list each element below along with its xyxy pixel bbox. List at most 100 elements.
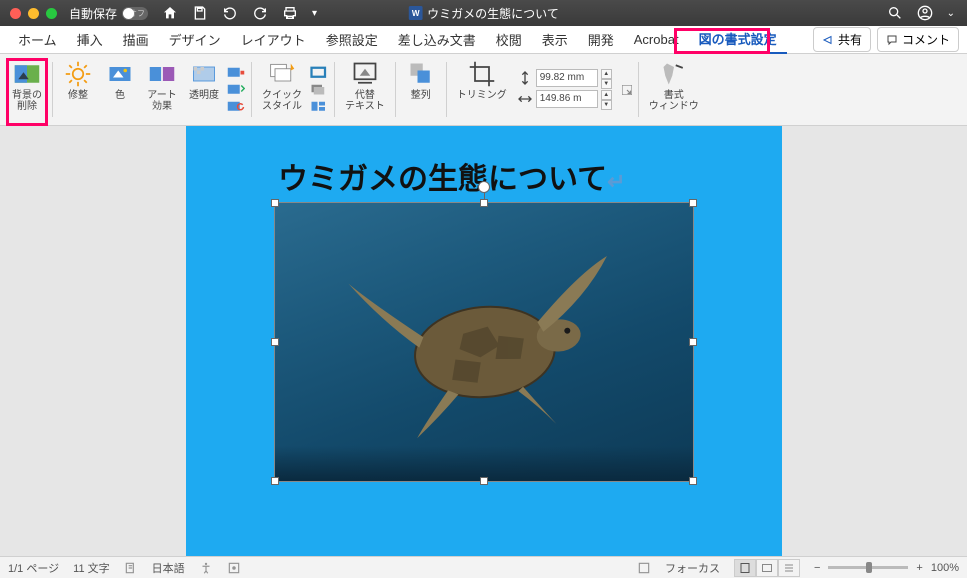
svg-text:W: W xyxy=(411,9,419,18)
title-bar: 自動保存 オフ ▾ W ウミガメの生態について ⌄ xyxy=(0,0,967,26)
zoom-slider[interactable] xyxy=(828,566,908,569)
change-picture-icon[interactable] xyxy=(227,83,245,97)
tab-acrobat[interactable]: Acrobat xyxy=(624,28,689,51)
height-stepper[interactable]: ▲▼ xyxy=(601,69,612,87)
arrange-button[interactable]: 整列 xyxy=(400,58,442,121)
focus-mode[interactable]: フォーカス xyxy=(665,560,720,576)
format-pane-button[interactable]: 書式 ウィンドウ xyxy=(643,58,705,121)
tab-developer[interactable]: 開発 xyxy=(578,26,624,53)
redo-icon[interactable] xyxy=(252,5,268,21)
outline-view[interactable] xyxy=(778,559,800,577)
document-title: W ウミガメの生態について xyxy=(408,5,559,22)
transparency-icon xyxy=(190,60,218,88)
document-canvas[interactable]: ウミガメの生態について↵ xyxy=(0,126,967,556)
width-input[interactable]: 149.86 m xyxy=(536,90,598,108)
resize-handle-b[interactable] xyxy=(480,477,488,485)
resize-handle-l[interactable] xyxy=(271,338,279,346)
macro-icon[interactable] xyxy=(227,561,241,575)
quick-styles-icon xyxy=(268,60,296,88)
undo-icon[interactable] xyxy=(222,5,238,21)
alt-text-button[interactable]: 代替 テキスト xyxy=(339,58,391,121)
accessibility-icon[interactable] xyxy=(199,561,213,575)
share-icon xyxy=(822,34,834,46)
color-button[interactable]: 色 xyxy=(99,58,141,121)
search-icon[interactable] xyxy=(887,5,903,21)
view-mode-buttons xyxy=(734,559,800,577)
remove-bg-icon xyxy=(13,60,41,88)
web-layout-view[interactable] xyxy=(756,559,778,577)
zoom-window-button[interactable] xyxy=(46,8,57,19)
chevron-down-icon[interactable]: ⌄ xyxy=(947,8,955,19)
brightness-icon xyxy=(64,60,92,88)
tab-mailmerge[interactable]: 差し込み文書 xyxy=(388,26,486,53)
height-input[interactable]: 99.82 mm xyxy=(536,69,598,87)
qat-overflow-icon[interactable]: ▾ xyxy=(312,8,317,19)
minimize-window-button[interactable] xyxy=(28,8,39,19)
autosave-group: 自動保存 オフ xyxy=(69,5,148,22)
reset-picture-icon[interactable] xyxy=(227,100,245,114)
ribbon-tabs: ホーム 挿入 描画 デザイン レイアウト 参照設定 差し込み文書 校閲 表示 開… xyxy=(0,26,967,54)
crop-button[interactable]: トリミング xyxy=(451,58,513,121)
print-icon[interactable] xyxy=(282,5,298,21)
size-dialog-launcher-icon[interactable] xyxy=(620,83,634,97)
quick-access-toolbar: ▾ xyxy=(162,5,317,21)
share-button[interactable]: 共有 xyxy=(813,27,871,52)
picture-effects-icon[interactable] xyxy=(310,83,328,97)
paragraph-mark-icon: ↵ xyxy=(607,169,625,194)
resize-handle-tl[interactable] xyxy=(271,199,279,207)
format-pane-icon xyxy=(660,60,688,88)
picture-border-icon[interactable] xyxy=(310,66,328,80)
page-count[interactable]: 1/1 ページ xyxy=(8,560,59,576)
corrections-button[interactable]: 修整 xyxy=(57,58,99,121)
autosave-label: 自動保存 xyxy=(69,5,117,22)
resize-handle-tr[interactable] xyxy=(689,199,697,207)
focus-icon xyxy=(637,561,651,575)
zoom-percent[interactable]: 100% xyxy=(931,562,959,574)
tab-design[interactable]: デザイン xyxy=(159,26,231,53)
titlebar-right: ⌄ xyxy=(887,5,955,21)
crop-icon xyxy=(468,60,496,88)
zoom-in-button[interactable]: + xyxy=(916,562,922,574)
width-stepper[interactable]: ▲▼ xyxy=(601,90,612,108)
remove-background-button[interactable]: 背景の 削除 xyxy=(6,58,48,121)
word-count[interactable]: 11 文字 xyxy=(73,560,109,576)
comments-button[interactable]: コメント xyxy=(877,27,959,52)
tab-insert[interactable]: 挿入 xyxy=(67,26,113,53)
turtle-illustration xyxy=(316,228,652,455)
alt-text-icon xyxy=(351,60,379,88)
autosave-toggle[interactable]: オフ xyxy=(122,7,148,20)
resize-handle-bl[interactable] xyxy=(271,477,279,485)
status-bar: 1/1 ページ 11 文字 日本語 フォーカス − + 100% xyxy=(0,556,967,578)
tab-home[interactable]: ホーム xyxy=(8,26,67,53)
tab-draw[interactable]: 描画 xyxy=(113,26,159,53)
save-icon[interactable] xyxy=(192,5,208,21)
resize-handle-br[interactable] xyxy=(689,477,697,485)
artistic-effects-button[interactable]: アート 効果 xyxy=(141,58,183,121)
resize-handle-t[interactable] xyxy=(480,199,488,207)
resize-handle-r[interactable] xyxy=(689,338,697,346)
zoom-out-button[interactable]: − xyxy=(814,562,820,574)
print-layout-view[interactable] xyxy=(734,559,756,577)
tab-view[interactable]: 表示 xyxy=(532,26,578,53)
user-icon[interactable] xyxy=(917,5,933,21)
tab-layout[interactable]: レイアウト xyxy=(231,26,316,53)
width-icon xyxy=(517,91,533,107)
size-group: 99.82 mm ▲▼ 149.86 m ▲▼ xyxy=(513,58,616,121)
language[interactable]: 日本語 xyxy=(152,560,185,576)
selected-image[interactable] xyxy=(274,202,694,482)
comment-icon xyxy=(886,34,898,46)
rotate-handle[interactable] xyxy=(478,181,490,193)
home-icon[interactable] xyxy=(162,5,178,21)
style-mini-group xyxy=(308,58,330,121)
tab-references[interactable]: 参照設定 xyxy=(316,26,388,53)
compress-icon[interactable] xyxy=(227,66,245,80)
tab-picture-format[interactable]: 図の書式設定 xyxy=(689,25,787,54)
transparency-button[interactable]: 透明度 xyxy=(183,58,225,121)
picture-layout-icon[interactable] xyxy=(310,100,328,114)
quick-styles-button[interactable]: クイック スタイル xyxy=(256,58,308,121)
document-heading: ウミガメの生態について↵ xyxy=(278,154,626,198)
close-window-button[interactable] xyxy=(10,8,21,19)
spellcheck-icon[interactable] xyxy=(124,561,138,575)
tab-review[interactable]: 校閲 xyxy=(486,26,532,53)
color-icon xyxy=(106,60,134,88)
